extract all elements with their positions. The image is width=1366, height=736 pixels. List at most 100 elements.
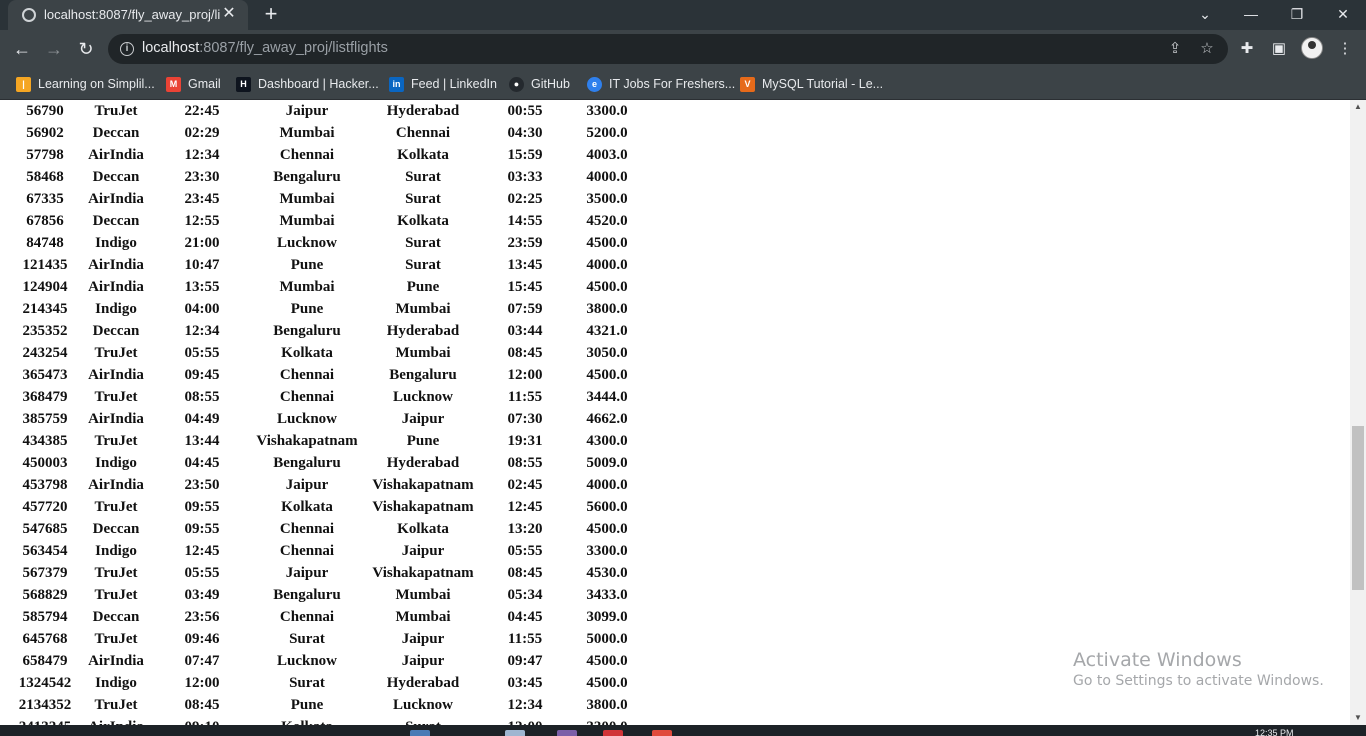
arrival-time-cell: 12:00	[482, 717, 568, 726]
source-city-cell: Kolkata	[281, 498, 333, 515]
arrival-time-cell: 03:44	[507, 322, 543, 339]
ticket-price-cell: 5200.0	[586, 124, 628, 141]
departure-time-cell: 05:55	[184, 564, 220, 581]
flight-id-cell: 121435	[22, 256, 68, 273]
airline-cell: TruJet	[94, 344, 138, 361]
flight-id-cell: 658479	[22, 652, 68, 669]
taskbar-app-icon[interactable]	[410, 730, 430, 736]
restore-button[interactable]: ❐	[1282, 4, 1312, 24]
source-city-cell: Bengaluru	[273, 586, 341, 603]
chrome-taskbar-icon[interactable]	[652, 730, 672, 736]
ticket-price-cell: 3300.0	[570, 717, 644, 726]
bookmark-mysql[interactable]: V MySQL Tutorial - Le...	[740, 74, 883, 94]
back-button[interactable]: ←	[10, 38, 34, 60]
table-row: 2134352 TruJet 08:45 Pune Lucknow 12:34 3800.0	[14, 695, 644, 715]
bookmark-star-icon[interactable]: ☆	[1198, 40, 1216, 58]
departure-time-cell: 09:55	[184, 498, 220, 515]
menu-icon[interactable]: ⋮	[1334, 38, 1356, 60]
arrival-time-cell: 15:45	[507, 278, 543, 295]
flight-id-cell: 84748	[26, 234, 64, 251]
activate-windows-title: Activate Windows	[1073, 649, 1242, 671]
table-row: 585794 Deccan 23:56 Chennai Mumbai 04:45 3099.…	[14, 607, 644, 627]
flight-id-cell: 67335	[26, 190, 64, 207]
vertical-scrollbar[interactable]: ▲ ▼	[1350, 100, 1366, 725]
reading-list-icon[interactable]: ▣	[1268, 38, 1290, 60]
destination-city-cell: Hyderabad	[386, 102, 460, 119]
tab-search-icon[interactable]: ⌄	[1190, 4, 1220, 24]
profile-avatar[interactable]	[1301, 37, 1323, 59]
arrival-time-cell: 00:55	[507, 102, 543, 119]
bookmark-github[interactable]: ● GitHub	[509, 74, 570, 94]
share-icon[interactable]: ⇪	[1166, 40, 1184, 58]
source-city-cell: Kolkata	[281, 344, 333, 361]
airline-cell: Deccan	[92, 322, 140, 339]
new-tab-button[interactable]: +	[260, 2, 282, 26]
departure-time-cell: 04:45	[184, 454, 220, 471]
hackerrank-icon: H	[236, 76, 251, 92]
departure-time-cell: 08:45	[184, 696, 220, 713]
arrival-time-cell: 05:34	[507, 586, 543, 603]
bookmark-simplilearn[interactable]: | Learning on Simplil...	[16, 74, 155, 94]
url-text[interactable]: localhost:8087/fly_away_proj/listflights	[142, 40, 388, 56]
airline-cell: TruJet	[94, 564, 138, 581]
source-city-cell: Chennai	[279, 520, 335, 537]
arrival-time-cell: 23:59	[507, 234, 543, 251]
extensions-icon[interactable]: ✚	[1236, 38, 1258, 60]
gmail-icon: M	[166, 76, 181, 92]
close-tab-icon[interactable]: ✕	[220, 5, 238, 23]
source-city-cell: Bengaluru	[273, 322, 341, 339]
scroll-up-arrow-icon[interactable]: ▲	[1350, 100, 1366, 114]
ticket-price-cell: 4500.0	[586, 234, 628, 251]
arrival-time-cell: 19:31	[507, 432, 543, 449]
flight-id-cell: 568829	[22, 586, 68, 603]
address-bar[interactable]: i localhost:8087/fly_away_proj/listfligh…	[108, 34, 1228, 64]
tab-title: localhost:8087/fly_away_proj/listf	[44, 7, 220, 22]
source-city-cell: Pune	[290, 256, 324, 273]
destination-city-cell: Hyderabad	[386, 674, 460, 691]
arrival-time-cell: 11:55	[507, 630, 543, 647]
scroll-down-arrow-icon[interactable]: ▼	[1350, 711, 1366, 725]
departure-time-cell: 10:47	[184, 256, 220, 273]
windows-taskbar: 12:35 PM	[0, 725, 1366, 736]
destination-city-cell: Mumbai	[395, 300, 451, 317]
flight-id-cell: 67856	[26, 212, 64, 229]
taskbar-clock: 12:35 PM	[1255, 728, 1294, 736]
airline-cell: TruJet	[94, 630, 138, 647]
forward-button[interactable]: →	[42, 38, 66, 60]
ticket-price-cell: 4321.0	[586, 322, 628, 339]
airline-cell: Indigo	[95, 674, 137, 691]
bookmark-gmail[interactable]: M Gmail	[166, 74, 221, 94]
table-row: 243254 TruJet 05:55 Kolkata Mumbai 08:45 3050.…	[14, 343, 644, 363]
source-city-cell: Lucknow	[276, 652, 338, 669]
flight-id-cell: 56902	[26, 124, 64, 141]
arrival-time-cell: 05:55	[507, 542, 543, 559]
taskbar-app-icon[interactable]	[557, 730, 577, 736]
table-row: 365473 AirIndia 09:45 Chennai Bengaluru 12:00…	[14, 365, 644, 385]
table-row: 2413245AirIndia09:10KolkataSurat12:00330…	[14, 717, 644, 726]
flight-id-cell: 450003	[22, 454, 68, 471]
flight-id-cell: 368479	[22, 388, 68, 405]
bookmark-linkedin[interactable]: in Feed | LinkedIn	[389, 74, 497, 94]
destination-city-cell: Jaipur	[401, 542, 445, 559]
flights-table: 56790 TruJet 22:45 Jaipur Hyderabad 00:55 3300…	[12, 100, 646, 726]
departure-time-cell: 23:45	[184, 190, 220, 207]
source-city-cell: Chennai	[279, 542, 335, 559]
taskbar-app-icon[interactable]	[603, 730, 623, 736]
bookmark-hackerrank[interactable]: H Dashboard | Hacker...	[236, 74, 379, 94]
ticket-price-cell: 4003.0	[586, 146, 628, 163]
source-city-cell: Mumbai	[279, 212, 335, 229]
close-window-button[interactable]: ✕	[1328, 4, 1358, 24]
ticket-price-cell: 3500.0	[586, 190, 628, 207]
scrollbar-thumb[interactable]	[1352, 426, 1364, 590]
minimize-button[interactable]: —	[1236, 4, 1266, 24]
browser-tab[interactable]: localhost:8087/fly_away_proj/listf ✕	[8, 0, 248, 30]
bookmark-itjobs[interactable]: e IT Jobs For Freshers...	[587, 74, 735, 94]
globe-icon	[22, 8, 36, 22]
taskbar-app-icon[interactable]	[505, 730, 525, 736]
departure-time-cell: 12:55	[184, 212, 220, 229]
reload-button[interactable]: ↻	[74, 38, 98, 60]
site-info-icon[interactable]: i	[120, 42, 134, 56]
table-row: 58468 Deccan 23:30 Bengaluru Surat 03:33 4000.…	[14, 167, 644, 187]
airline-cell: AirIndia	[88, 190, 144, 207]
source-city-cell: Jaipur	[285, 564, 329, 581]
